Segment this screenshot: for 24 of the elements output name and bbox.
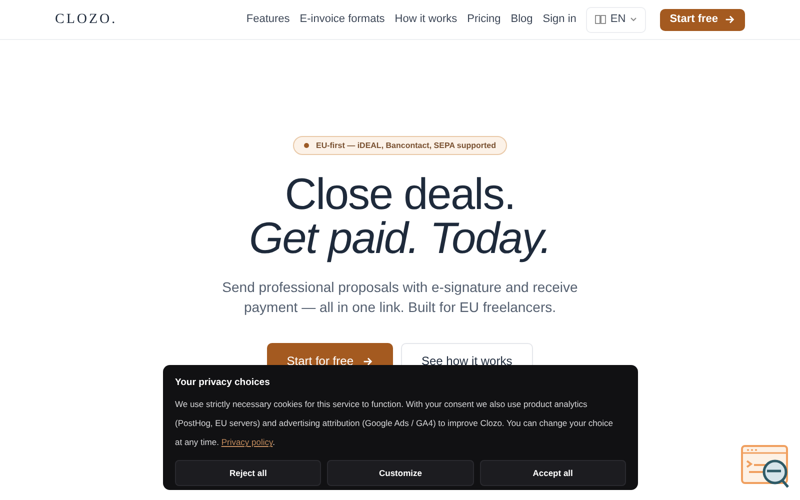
nav-link[interactable]: E-invoice formats — [300, 11, 385, 28]
inspector-widget-icon[interactable] — [741, 445, 791, 490]
privacy-policy-link[interactable]: Privacy policy — [221, 437, 273, 448]
nav-link[interactable]: Pricing — [467, 11, 501, 28]
cookie-choice-button[interactable]: Customize — [327, 460, 474, 486]
cookie-banner-title: Your privacy choices — [175, 376, 271, 390]
language-selector[interactable]: EN — [586, 6, 646, 32]
headline: Close deals. — [284, 173, 516, 217]
headline-italic: Get paid. Today. — [249, 217, 551, 261]
nav-link[interactable]: Features — [246, 11, 290, 28]
logo[interactable]: CLOZO. — [55, 9, 118, 30]
chevron-down-icon — [630, 17, 637, 22]
nav-link[interactable]: Sign in — [542, 11, 576, 28]
subtitle: Send professional proposals with e-signature and receive payment — all in one link. Built for EU freelancers. — [221, 278, 579, 317]
book-icon — [595, 15, 606, 24]
badge-text: EU-first — iDEAL, Bancontact, SEPA supported — [316, 140, 496, 152]
cookie-choice-button[interactable]: Accept all — [480, 460, 626, 486]
arrow-right-icon — [724, 14, 735, 25]
arrow-right-icon — [362, 356, 372, 366]
nav-link[interactable]: Blog — [510, 11, 533, 28]
start-free-button[interactable]: Start free — [660, 8, 745, 30]
nav-link[interactable]: How it works — [394, 11, 458, 28]
cookie-choice-button[interactable]: Reject all — [175, 460, 322, 486]
cookie-banner-text: We use strictly necessary cookies for this service to function. With your consent we also use product analytics (PostHog, EU servers) and advertising attribution (Google Ads / GA4) to improve Clozo. You can change your choice at any time. Privacy policy. — [175, 398, 614, 450]
